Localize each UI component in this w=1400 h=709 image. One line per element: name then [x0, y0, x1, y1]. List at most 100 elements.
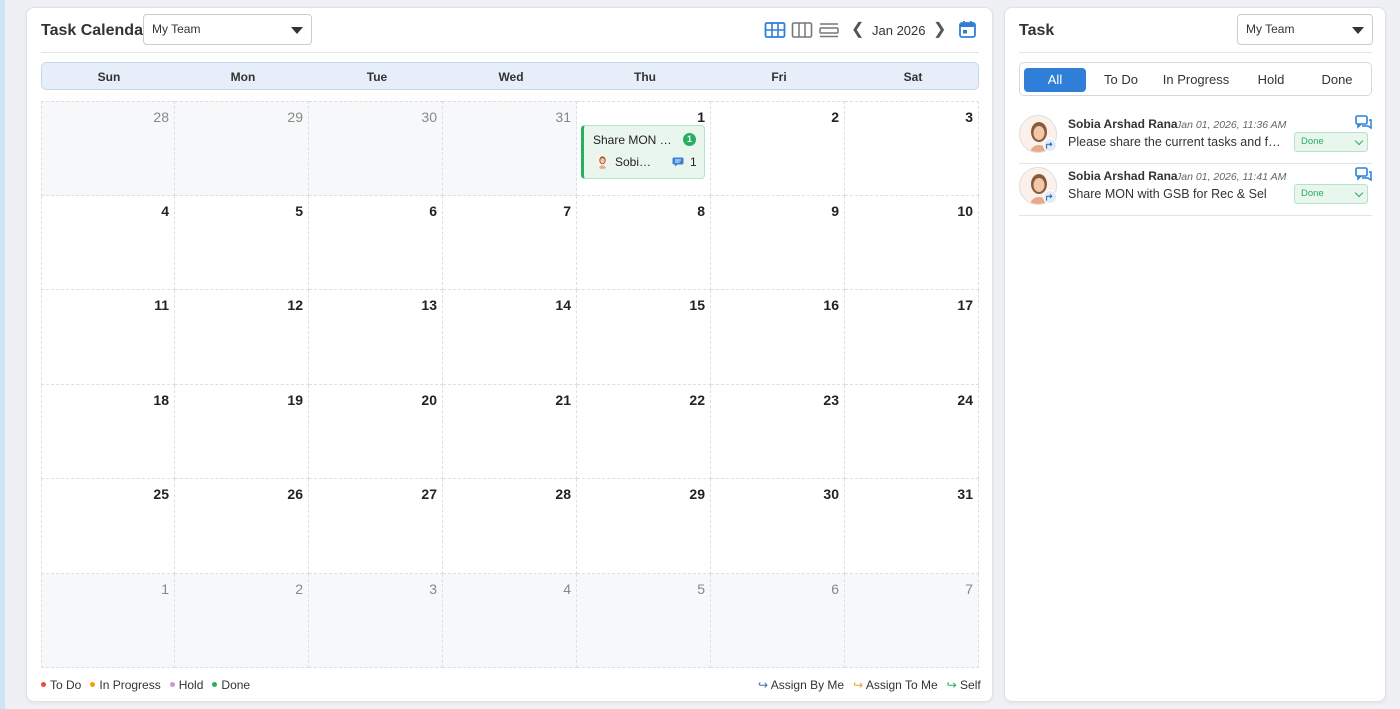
calendar-day-cell[interactable]: 10 — [845, 195, 979, 290]
month-grid-icon[interactable] — [764, 21, 786, 39]
day-number: 30 — [823, 486, 839, 502]
calendar-day-cell[interactable]: 15 — [577, 290, 711, 385]
legend-label: To Do — [50, 678, 82, 692]
task-date: Jan 01, 2026, 11:36 AM — [1176, 119, 1287, 131]
day-number: 7 — [563, 202, 571, 219]
calendar-day-cell[interactable]: 28 — [443, 479, 577, 574]
calendar-day-cell[interactable]: 5 — [175, 195, 309, 290]
calendar-day-cell[interactable]: 4 — [41, 195, 175, 290]
tab-hold[interactable]: Hold — [1240, 68, 1302, 92]
comment-icon — [672, 157, 684, 167]
task-calendar-panel: Task Calendar My Team ❮ Jan 2026 ❯ Sun M… — [26, 7, 993, 702]
comments-icon[interactable] — [1355, 115, 1372, 130]
chevron-down-icon — [1354, 136, 1364, 146]
task-list-item[interactable]: Sobia Arshad Rana Jan 01, 2026, 11:36 AM P… — [1019, 112, 1372, 164]
event-title: Share MON … — [593, 133, 672, 147]
calendar-day-cell[interactable]: 28 — [41, 101, 175, 196]
calendar-day-cell[interactable]: 21 — [443, 384, 577, 479]
calendar-day-cell[interactable]: 7 — [443, 195, 577, 290]
legend-assign-item: ↪ Assign To Me — [853, 678, 938, 692]
day-number: 6 — [831, 580, 839, 597]
assign-by-me-icon — [1043, 190, 1057, 204]
calendar-day-cell[interactable]: 20 — [309, 384, 443, 479]
calendar-day-cell[interactable]: 27 — [309, 479, 443, 574]
calendar-day-cell[interactable]: 31 — [845, 479, 979, 574]
day-number: 13 — [421, 297, 437, 313]
prev-month-chevron-icon[interactable]: ❮ — [851, 21, 864, 39]
day-number: 28 — [153, 109, 169, 125]
calendar-day-cell[interactable]: 11 — [41, 290, 175, 385]
day-number: 22 — [689, 391, 705, 408]
day-number: 28 — [555, 486, 571, 502]
calendar-team-select[interactable]: My Team — [143, 14, 312, 45]
list-rows-icon[interactable] — [818, 21, 840, 39]
day-number: 21 — [555, 391, 571, 408]
calendar-day-cell[interactable]: 30 — [309, 101, 443, 196]
day-number: 15 — [689, 297, 705, 313]
day-number: 4 — [563, 580, 571, 597]
calendar-day-cell[interactable]: 23 — [711, 384, 845, 479]
day-number: 12 — [287, 297, 303, 313]
calendar-day-cell[interactable]: 9 — [711, 195, 845, 290]
assign-to-me-icon: ↪ — [853, 678, 866, 692]
calendar-day-cell[interactable]: 29 — [175, 101, 309, 196]
calendar-day-cell[interactable]: 31 — [443, 101, 577, 196]
legend-label: Assign By Me — [770, 678, 845, 692]
calendar-day-cell[interactable]: 14 — [443, 290, 577, 385]
tab-done[interactable]: Done — [1306, 68, 1368, 92]
week-columns-icon[interactable] — [791, 21, 813, 39]
calendar-day-cell[interactable]: 25 — [41, 479, 175, 574]
calendar-task-event[interactable]: Share MON … 1 Sobi… 1 — [581, 125, 705, 179]
legend-status-item: Done — [212, 678, 250, 692]
assign-by-me-icon: ↪ — [758, 678, 771, 692]
assign-by-me-icon — [1043, 138, 1057, 152]
calendar-day-cell[interactable]: 29 — [577, 479, 711, 574]
calendar-day-cell[interactable]: 30 — [711, 479, 845, 574]
calendar-day-cell[interactable]: 3 — [845, 101, 979, 196]
avatar — [595, 154, 610, 169]
task-team-select-value: My Team — [1246, 22, 1295, 36]
task-status-tabs: All To Do In Progress Hold Done — [1019, 62, 1372, 96]
tab-in-progress[interactable]: In Progress — [1156, 68, 1236, 92]
calendar-day-cell[interactable]: 5 — [577, 573, 711, 668]
calendar-day-cell[interactable]: 16 — [711, 290, 845, 385]
task-list-item[interactable]: Sobia Arshad Rana Jan 01, 2026, 11:41 AM S… — [1019, 164, 1372, 216]
calendar-day-cell[interactable]: 1 Share MON … 1 Sobi… 1 — [577, 101, 711, 196]
task-status-select[interactable]: Done — [1294, 132, 1368, 152]
weekday-fri: Fri — [771, 70, 787, 84]
calendar-day-cell[interactable]: 2 — [175, 573, 309, 668]
tab-to-do[interactable]: To Do — [1090, 68, 1152, 92]
calendar-day-cell[interactable]: 26 — [175, 479, 309, 574]
calendar-day-cell[interactable]: 17 — [845, 290, 979, 385]
calendar-day-cell[interactable]: 22 — [577, 384, 711, 479]
chevron-down-icon — [1354, 188, 1364, 198]
calendar-day-cell[interactable]: 13 — [309, 290, 443, 385]
assign-legend: ↪ Assign By Me ↪ Assign To Me ↪ Self — [758, 678, 990, 692]
calendar-day-cell[interactable]: 6 — [711, 573, 845, 668]
calendar-day-cell[interactable]: 24 — [845, 384, 979, 479]
comments-icon[interactable] — [1355, 167, 1372, 182]
calendar-day-cell[interactable]: 8 — [577, 195, 711, 290]
weekday-sun: Sun — [97, 70, 121, 84]
day-number: 23 — [823, 391, 839, 408]
tab-all[interactable]: All — [1024, 68, 1086, 92]
task-panel-title: Task — [1019, 22, 1055, 39]
calendar-day-cell[interactable]: 2 — [711, 101, 845, 196]
day-number: 24 — [957, 391, 973, 408]
calendar-day-cell[interactable]: 4 — [443, 573, 577, 668]
calendar-day-cell[interactable]: 12 — [175, 290, 309, 385]
calendar-day-cell[interactable]: 7 — [845, 573, 979, 668]
month-label: Jan 2026 — [872, 23, 926, 38]
status-dot-icon — [212, 682, 218, 687]
calendar-day-cell[interactable]: 19 — [175, 384, 309, 479]
weekday-tue: Tue — [366, 70, 388, 84]
calendar-picker-icon[interactable] — [958, 20, 977, 39]
task-team-select[interactable]: My Team — [1237, 14, 1373, 45]
calendar-day-cell[interactable]: 6 — [309, 195, 443, 290]
next-month-chevron-icon[interactable]: ❯ — [933, 21, 946, 39]
task-description: Share MON with GSB for Rec & Sel — [1068, 187, 1267, 201]
calendar-day-cell[interactable]: 3 — [309, 573, 443, 668]
calendar-day-cell[interactable]: 1 — [41, 573, 175, 668]
calendar-day-cell[interactable]: 18 — [41, 384, 175, 479]
task-status-select[interactable]: Done — [1294, 184, 1368, 204]
